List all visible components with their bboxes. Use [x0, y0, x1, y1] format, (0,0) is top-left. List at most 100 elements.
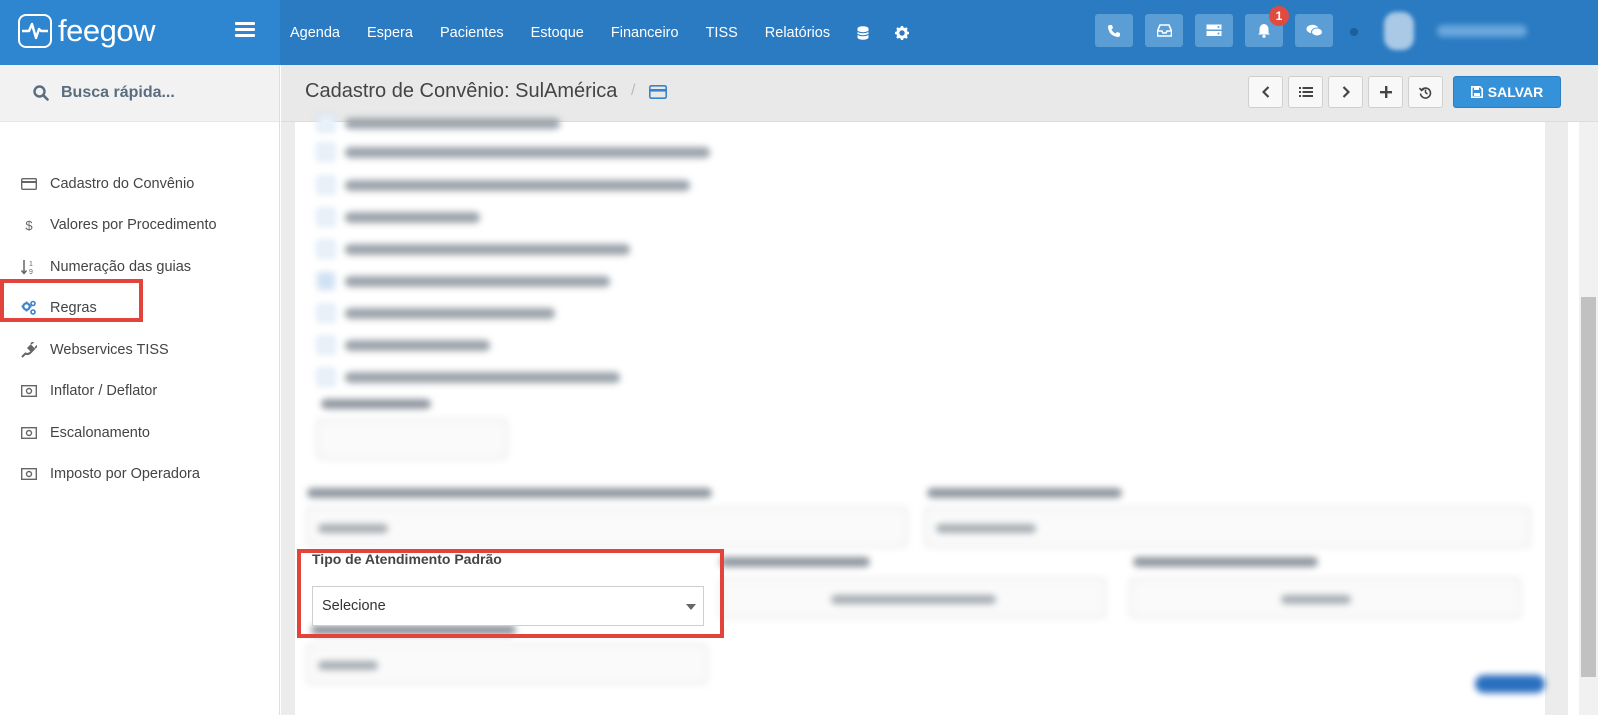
convenio-menu: Cadastro do Convênio $ Valores por Proce…	[0, 163, 279, 495]
blurred-field[interactable]	[317, 419, 507, 459]
next-button[interactable]	[1328, 76, 1363, 108]
blurred-checkbox-row[interactable]	[317, 368, 620, 386]
top-navbar: feegow Agenda Espera Pacientes Estoque F…	[0, 0, 1598, 65]
scrollbar-thumb[interactable]	[1581, 297, 1596, 677]
previous-button[interactable]	[1248, 76, 1283, 108]
blurred-checkbox-row[interactable]	[317, 336, 490, 354]
blurred-checkbox-row[interactable]	[317, 304, 555, 322]
regras-highlight-box	[0, 279, 143, 322]
brand-name: feegow	[58, 13, 155, 48]
history-icon	[1419, 86, 1432, 99]
server-icon	[1206, 24, 1222, 36]
sidebar-item-label: Imposto por Operadora	[50, 466, 200, 483]
page-title: Cadastro de Convênio: SulAmérica	[305, 80, 618, 102]
plug-icon	[21, 341, 37, 358]
save-label: SALVAR	[1487, 84, 1544, 100]
chevron-right-icon	[1342, 86, 1350, 98]
list-button[interactable]	[1288, 76, 1323, 108]
logo-pulse-icon	[18, 14, 52, 48]
sidebar-item-valores[interactable]: $ Valores por Procedimento	[0, 205, 279, 247]
blurred-field-label	[927, 488, 1122, 498]
sidebar-item-label: Valores por Procedimento	[50, 217, 217, 234]
sidebar-item-escalonamento[interactable]: Escalonamento	[0, 412, 279, 454]
notifications-button[interactable]: 1	[1245, 6, 1289, 47]
sort-numeric-icon: 19	[21, 259, 37, 275]
sidebar-item-label: Escalonamento	[50, 424, 150, 441]
search-placeholder: Busca rápida...	[61, 84, 175, 101]
money-icon	[21, 466, 37, 482]
user-avatar[interactable]	[1384, 12, 1414, 50]
history-button[interactable]	[1408, 76, 1443, 108]
floppy-disk-icon	[1470, 86, 1483, 98]
credit-card-icon	[649, 85, 667, 104]
hamburger-menu-icon[interactable]	[235, 22, 255, 38]
nav-espera[interactable]: Espera	[367, 25, 413, 41]
sidebar-item-label: Inflator / Deflator	[50, 383, 158, 400]
blurred-checkbox-row[interactable]	[317, 176, 690, 194]
phone-button[interactable]	[1095, 14, 1133, 47]
blurred-action-button[interactable]	[1475, 675, 1545, 693]
database-icon[interactable]	[857, 25, 869, 40]
sidebar-item-cadastro[interactable]: Cadastro do Convênio	[0, 163, 279, 205]
search-icon	[33, 85, 49, 101]
blurred-select[interactable]	[1130, 578, 1520, 618]
server-button[interactable]	[1195, 14, 1233, 47]
blurred-field-label	[321, 399, 431, 409]
blurred-checkbox-row[interactable]	[317, 143, 710, 161]
blurred-field-label	[1133, 557, 1318, 567]
blurred-field-label	[720, 557, 870, 567]
quick-search[interactable]: Busca rápida...	[0, 65, 279, 122]
inbox-button[interactable]	[1145, 14, 1183, 47]
money-icon	[21, 425, 37, 441]
nav-relatorios[interactable]: Relatórios	[765, 25, 830, 41]
svg-text:1: 1	[29, 261, 33, 268]
sidebar: Busca rápida... Cadastro do Convênio $ V…	[0, 65, 280, 715]
blurred-checkbox-row[interactable]	[317, 240, 630, 258]
online-status-dot	[1350, 28, 1358, 36]
feegow-logo[interactable]: feegow	[18, 14, 155, 48]
blurred-checkbox-row[interactable]	[317, 114, 560, 132]
top-actions: 1	[1095, 6, 1345, 47]
plus-icon	[1379, 86, 1392, 98]
sidebar-item-imposto[interactable]: Imposto por Operadora	[0, 454, 279, 496]
gear-icon[interactable]	[895, 25, 910, 40]
sidebar-item-webservices[interactable]: Webservices TISS	[0, 329, 279, 371]
inbox-icon	[1156, 24, 1172, 37]
breadcrumb-separator: /	[631, 82, 636, 99]
nav-financeiro[interactable]: Financeiro	[611, 25, 679, 41]
svg-text:9: 9	[29, 269, 33, 275]
nav-tiss[interactable]: TISS	[706, 25, 738, 41]
tipo-atendimento-highlight-box	[297, 549, 724, 638]
list-icon	[1298, 87, 1313, 97]
chevron-left-icon	[1261, 86, 1269, 98]
record-toolbar: SALVAR	[1248, 76, 1561, 108]
blurred-select[interactable]	[307, 644, 707, 684]
comments-icon	[1306, 24, 1323, 37]
nav-estoque[interactable]: Estoque	[531, 25, 584, 41]
blurred-field-label	[307, 488, 712, 498]
sidebar-item-inflator[interactable]: Inflator / Deflator	[0, 371, 279, 413]
card-icon	[21, 176, 37, 192]
user-name-blurred[interactable]	[1437, 25, 1527, 37]
save-button[interactable]: SALVAR	[1453, 76, 1561, 108]
sidebar-item-label: Numeração das guias	[50, 258, 192, 275]
page-scrollbar[interactable]	[1579, 122, 1598, 715]
blurred-select[interactable]	[925, 507, 1530, 547]
nav-pacientes[interactable]: Pacientes	[440, 25, 504, 41]
main-nav: Agenda Espera Pacientes Estoque Financei…	[290, 0, 935, 65]
blurred-select[interactable]	[720, 578, 1105, 618]
blurred-select[interactable]	[307, 507, 907, 547]
notification-badge: 1	[1269, 6, 1289, 26]
bell-icon	[1258, 24, 1270, 38]
chat-button[interactable]	[1295, 14, 1333, 47]
money-icon	[21, 383, 37, 399]
blurred-checkbox-row[interactable]	[317, 208, 480, 226]
add-button[interactable]	[1368, 76, 1403, 108]
dollar-icon: $	[25, 217, 33, 233]
blurred-checkbox-row[interactable]	[317, 272, 610, 290]
brand-area: feegow	[0, 0, 280, 65]
sidebar-item-label: Webservices TISS	[50, 341, 169, 358]
nav-agenda[interactable]: Agenda	[290, 25, 340, 41]
phone-icon	[1108, 24, 1120, 37]
sidebar-item-label: Cadastro do Convênio	[50, 175, 195, 192]
